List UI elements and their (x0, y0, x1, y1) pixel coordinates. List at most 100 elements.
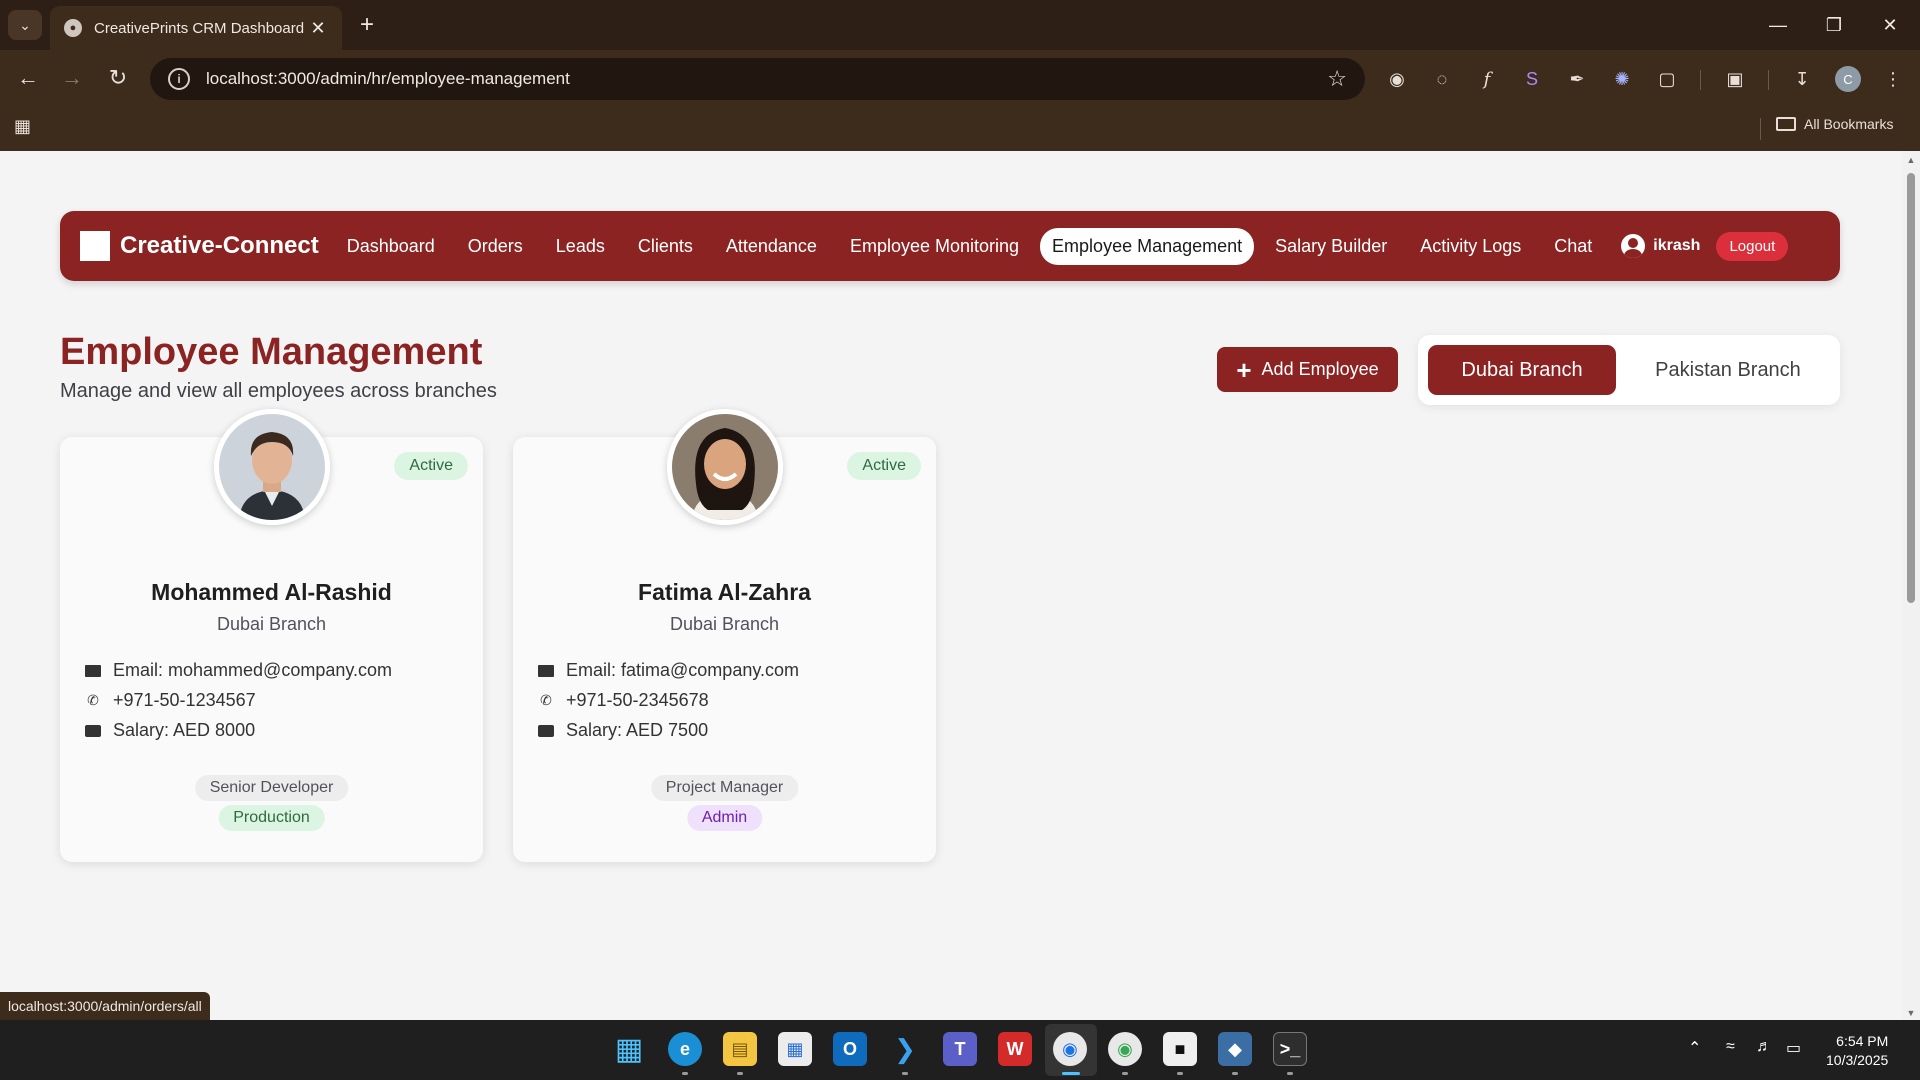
profile-avatar[interactable]: C (1835, 66, 1861, 92)
browser-chrome: ⌄ ● CreativePrints CRM Dashboard ✕ + — ❐… (0, 0, 1920, 151)
nav-orders[interactable]: Orders (456, 228, 535, 265)
bookmark-star-icon[interactable]: ☆ (1327, 66, 1347, 92)
department-tag: Admin (686, 805, 763, 831)
nav-employee-monitoring[interactable]: Employee Monitoring (838, 228, 1031, 265)
camera-extension-icon[interactable]: ◉ (1384, 66, 1410, 92)
add-employee-button[interactable]: + Add Employee (1217, 347, 1398, 392)
employee-photo (219, 414, 325, 520)
tab-strip: ⌄ ● CreativePrints CRM Dashboard ✕ + — ❐… (0, 0, 1920, 50)
scroll-down-arrow-icon[interactable]: ▼ (1906, 1008, 1916, 1018)
pakistan-branch-tab[interactable]: Pakistan Branch (1626, 345, 1830, 395)
brand-logo (80, 231, 110, 261)
screenshot-icon[interactable]: ▣ (1722, 66, 1748, 92)
kebab-menu-icon[interactable]: ⋮ (1880, 66, 1906, 92)
edge-browser-icon[interactable]: e (668, 1032, 702, 1066)
download-icon[interactable]: ↧ (1789, 66, 1815, 92)
tab-title: CreativePrints CRM Dashboard (94, 19, 305, 37)
forward-arrow-icon[interactable]: → (56, 62, 88, 94)
nav-chat[interactable]: Chat (1542, 228, 1604, 265)
employee-avatar (667, 409, 783, 525)
user-menu[interactable]: ikrash Logout (1621, 231, 1789, 261)
employee-name: Fatima Al-Zahra (638, 579, 811, 605)
nav-leads[interactable]: Leads (544, 228, 617, 265)
employee-email-row: Email: mohammed@company.com (85, 660, 392, 681)
chrome-profile-icon[interactable]: ◉ (1108, 1032, 1142, 1066)
all-bookmarks-button[interactable]: All Bookmarks (1776, 116, 1893, 132)
logout-button[interactable]: Logout (1716, 231, 1789, 261)
app-running-indicator (682, 1072, 688, 1075)
ms-store-icon[interactable]: ▦ (778, 1032, 812, 1066)
wifi-icon[interactable]: ≈ (1726, 1038, 1735, 1056)
nav-clients[interactable]: Clients (626, 228, 705, 265)
employee-phone-row: ✆ +971-50-1234567 (85, 690, 256, 711)
nav-employee-management[interactable]: Employee Management (1040, 227, 1255, 265)
nav-attendance[interactable]: Attendance (714, 228, 829, 265)
close-window-button[interactable]: ✕ (1862, 8, 1918, 42)
reload-icon[interactable]: ↻ (102, 62, 134, 94)
app-running-indicator (1287, 1072, 1293, 1075)
compass-extension-icon[interactable]: ◌ (1429, 66, 1455, 92)
back-arrow-icon[interactable]: ← (12, 62, 44, 94)
role-tag: Project Manager (650, 775, 799, 801)
puzzle-extensions-icon[interactable]: ▢ (1654, 66, 1680, 92)
clock-date: 10/3/2025 (1826, 1052, 1889, 1068)
employee-photo (672, 414, 778, 520)
scroll-up-arrow-icon[interactable]: ▲ (1906, 155, 1916, 165)
tab-search-button[interactable]: ⌄ (8, 10, 42, 40)
terminal-icon[interactable]: >_ (1273, 1032, 1307, 1066)
cube-app-icon[interactable]: ■ (1163, 1032, 1197, 1066)
browser-tab[interactable]: ● CreativePrints CRM Dashboard ✕ (50, 6, 342, 50)
chrome-icon[interactable]: ◉ (1053, 1032, 1087, 1066)
employee-salary-row: Salary: AED 8000 (85, 720, 255, 741)
address-bar[interactable]: i localhost:3000/admin/hr/employee-manag… (150, 58, 1365, 100)
brand-name[interactable]: Creative-Connect (120, 232, 319, 260)
phone-icon: ✆ (87, 692, 99, 708)
employee-avatar (214, 409, 330, 525)
globe-icon: ● (64, 19, 82, 37)
wps-office-icon[interactable]: W (998, 1032, 1032, 1066)
teams-icon[interactable]: T (943, 1032, 977, 1066)
bookmarks-divider (1760, 118, 1761, 140)
mail-icon (538, 664, 554, 678)
s-extension-icon[interactable]: S (1519, 66, 1545, 92)
close-tab-icon[interactable]: ✕ (308, 18, 328, 39)
nav-salary-builder[interactable]: Salary Builder (1263, 228, 1399, 265)
eyedropper-extension-icon[interactable]: ✒ (1564, 66, 1590, 92)
system-clock[interactable]: 6:54 PM 10/3/2025 (1826, 1032, 1888, 1070)
page-subtitle: Manage and view all employees across bra… (60, 380, 497, 402)
battery-icon[interactable]: ▭ (1786, 1038, 1801, 1058)
scroll-thumb[interactable] (1907, 173, 1915, 603)
minimize-button[interactable]: — (1750, 8, 1806, 42)
page-scrollbar[interactable]: ▲ ▼ (1902, 151, 1920, 1020)
employee-phone: +971-50-2345678 (566, 690, 709, 710)
outlook-icon[interactable]: O (833, 1032, 867, 1066)
bookmarks-bar: ▦ All Bookmarks (0, 106, 1920, 151)
employee-email: Email: mohammed@company.com (113, 660, 393, 680)
mysql-workbench-icon[interactable]: ◆ (1218, 1032, 1252, 1066)
folder-icon (1776, 117, 1796, 131)
employee-card[interactable]: Active Fatima Al-Zahra Dubai Branch Emai… (513, 409, 936, 862)
department-tag: Production (218, 805, 325, 831)
gear-extension-icon[interactable]: ✺ (1609, 66, 1635, 92)
apps-grid-icon[interactable]: ▦ (14, 116, 31, 137)
dubai-branch-tab[interactable]: Dubai Branch (1428, 345, 1616, 395)
new-tab-button[interactable]: + (352, 10, 382, 40)
site-info-icon[interactable]: i (168, 68, 190, 90)
employee-card[interactable]: Active Mohammed Al-Rashid Dubai Branch E… (60, 409, 483, 862)
employee-email: Email: fatima@company.com (566, 660, 800, 680)
file-explorer-icon[interactable]: ▤ (723, 1032, 757, 1066)
employee-phone-row: ✆ +971-50-2345678 (538, 690, 709, 711)
start-windows-icon[interactable]: ▦ (612, 1032, 646, 1066)
employee-salary: Salary: AED 8000 (113, 720, 256, 740)
vscode-icon[interactable]: ❯ (888, 1032, 922, 1066)
restore-button[interactable]: ❐ (1806, 8, 1862, 42)
user-avatar-icon (1621, 234, 1646, 258)
chevron-up-icon[interactable]: ⌃ (1688, 1038, 1701, 1058)
all-bookmarks-label: All Bookmarks (1804, 116, 1894, 132)
nav-dashboard[interactable]: Dashboard (335, 228, 447, 265)
formula-extension-icon[interactable]: f (1474, 66, 1500, 92)
phone-icon: ✆ (540, 692, 552, 708)
nav-activity-logs[interactable]: Activity Logs (1408, 228, 1533, 265)
url-text[interactable]: localhost:3000/admin/hr/employee-managem… (206, 69, 1327, 89)
volume-icon[interactable]: ♬ (1756, 1038, 1772, 1056)
